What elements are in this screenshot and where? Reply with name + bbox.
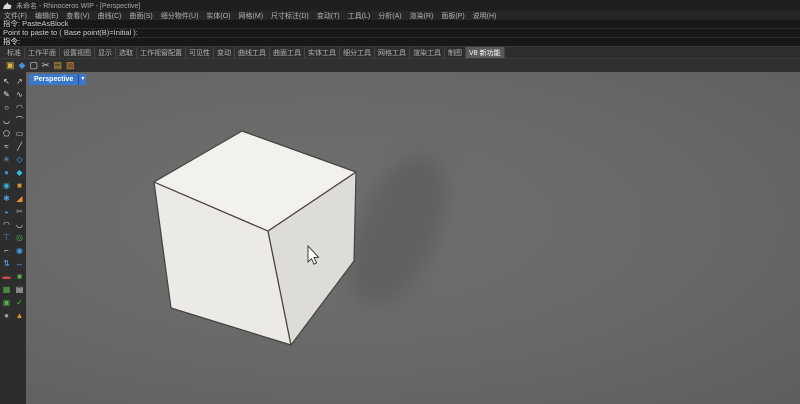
standard-toolbar: ▣ ◆ ▢ ✂ ▤ ▧ [0,58,800,72]
circle-icon[interactable]: ○ [4,101,9,114]
arc-tool-icon[interactable]: ◡ [3,114,10,127]
command-prompt-input[interactable]: 指令: [0,38,800,46]
toolbar-tab[interactable]: 曲线工具 [235,47,270,59]
pan-cursor-icon[interactable]: ↗ [16,75,23,88]
rectangle-icon[interactable]: ▭ [16,127,24,140]
trim-icon[interactable]: ✂ [16,205,23,218]
toolbar-tab[interactable]: 设置视图 [60,47,95,59]
blend-icon[interactable]: ◡ [16,218,23,231]
menu-item[interactable]: 查看(V) [62,11,93,21]
wrench-icon[interactable]: ⌐ [4,244,9,257]
toolbar-tab[interactable]: 制图 [445,47,466,59]
viewport-scene[interactable] [26,72,800,404]
menu-item[interactable]: 编辑(E) [31,11,62,21]
box-object[interactable] [154,131,356,345]
menu-item[interactable]: 曲线(C) [94,11,126,21]
menu-bar: 文件(F) 编辑(E) 查看(V) 曲线(C) 曲面(S) 细分物件(U) 实体… [0,11,800,20]
menu-item[interactable]: 实体(O) [202,11,234,21]
menu-item[interactable]: 网格(M) [235,11,268,21]
rhino-logo-icon [3,2,12,10]
left-tool-dock: ↖ ↗ ✎ ∿ ○ ◠ ◡ ⌒ ⬠ ▭ ≈ ╱ [0,72,26,404]
duplicate-icon[interactable]: ▢ [29,61,38,70]
surface-icon[interactable]: ◇ [16,153,22,166]
splash-icon[interactable]: ✱ [3,192,10,205]
menu-item[interactable]: 面板(P) [437,11,468,21]
menu-item[interactable]: 渲染(R) [406,11,438,21]
toolbar-tab[interactable]: 细分工具 [340,47,375,59]
rhino-window: 未命名 - Rhinoceros WIP - [Perspective] 文件(… [0,0,800,404]
green-cube-icon[interactable]: ■ [17,270,22,283]
toolbar-tab[interactable]: V8 新功能 [466,47,505,59]
toolbar-tab[interactable]: 曲面工具 [270,47,305,59]
menu-item[interactable]: 工具(L) [344,11,375,21]
sphere-icon[interactable]: ● [4,166,9,179]
toolbar-tab[interactable]: 工作平面 [25,47,60,59]
globe-icon[interactable]: ◎ [16,231,23,244]
toolbar-tab[interactable]: 选取 [116,47,137,59]
paint-icon[interactable]: ▬ [3,270,11,283]
boolean-icon[interactable]: ◒ [4,205,9,218]
command-area: 指令: PasteAsBlock Point to paste to ( Bas… [0,20,800,46]
menu-item[interactable]: 说明(H) [469,11,501,21]
toolbar-tab[interactable]: 显示 [95,47,116,59]
gray-sphere-icon[interactable]: ● [4,309,9,322]
fillet-surface-icon[interactable]: ◢ [16,192,22,205]
line-icon[interactable]: ╱ [17,140,22,153]
toolbar-tab[interactable]: 渲染工具 [410,47,445,59]
menu-item[interactable]: 变动(T) [313,11,344,21]
freeform-curve-icon[interactable]: ⌒ [16,114,24,127]
toolbar-tab[interactable]: 标准 [4,47,25,59]
scale-icon[interactable]: ↔ [16,257,24,270]
folder-icon[interactable]: ▧ [66,61,75,70]
point-icon[interactable]: ✳ [3,153,10,166]
arc-icon[interactable]: ◠ [16,101,23,114]
menu-item[interactable]: 尺寸标注(D) [267,11,313,21]
menu-item[interactable]: 分析(A) [374,11,405,21]
grid-icon[interactable]: ▦ [3,283,11,296]
check-icon[interactable]: ✓ [16,296,23,309]
toolbar-tab[interactable]: 网格工具 [375,47,410,59]
cube-check-icon[interactable]: ▣ [3,296,11,309]
polyline-icon[interactable]: ✎ [3,88,10,101]
fillet-icon[interactable]: ◠ [3,218,10,231]
command-history-line: Point to paste to ( Base point(B)=Initia… [0,29,800,38]
curve-icon[interactable]: ∿ [16,88,23,101]
title-bar: 未命名 - Rhinoceros WIP - [Perspective] [0,0,800,11]
cut-icon[interactable]: ✂ [42,61,50,70]
copy-icon[interactable]: ▣ [6,61,15,70]
menu-item[interactable]: 细分物件(U) [157,11,203,21]
perspective-viewport[interactable]: Perspective ▾ [26,72,800,404]
window-title: 未命名 - Rhinoceros WIP - [Perspective] [16,1,140,11]
gumball-icon[interactable]: ◉ [16,244,23,257]
clipboard-icon[interactable]: ▤ [54,61,63,70]
command-history-line: 指令: PasteAsBlock [0,20,800,29]
polygon-icon[interactable]: ⬠ [3,127,10,140]
menu-item[interactable]: 文件(F) [0,11,31,21]
notes-icon[interactable]: ▤ [16,283,24,296]
toolbar-tab[interactable]: 变动 [214,47,235,59]
select-arrow-icon[interactable]: ↖ [3,75,10,88]
curve-tools-icon[interactable]: ≈ [4,140,8,153]
viewport-tab-label[interactable]: Perspective [29,74,78,85]
chevron-down-icon[interactable]: ▾ [78,74,86,85]
move-points-icon[interactable]: ⇅ [3,257,10,270]
box-icon[interactable]: ◆ [16,166,22,179]
cone-icon[interactable]: ▲ [16,309,24,322]
toolbar-tab[interactable]: 工作视窗配置 [137,47,186,59]
solid-tools-icon[interactable]: ◉ [3,179,10,192]
drill-icon[interactable]: ⊤ [3,231,10,244]
toolbar-tabs: 标准 工作平面 设置视图 显示 选取 工作视窗配置 可见性 变动 曲线工具 曲面… [0,46,800,58]
polysurface-icon[interactable]: ■ [17,179,22,192]
toolbar-tab[interactable]: 可见性 [186,47,214,59]
toolbar-tab[interactable]: 实体工具 [305,47,340,59]
viewport-tab[interactable]: Perspective ▾ [29,74,86,85]
menu-item[interactable]: 曲面(S) [125,11,156,21]
paste-special-icon[interactable]: ◆ [19,61,26,70]
